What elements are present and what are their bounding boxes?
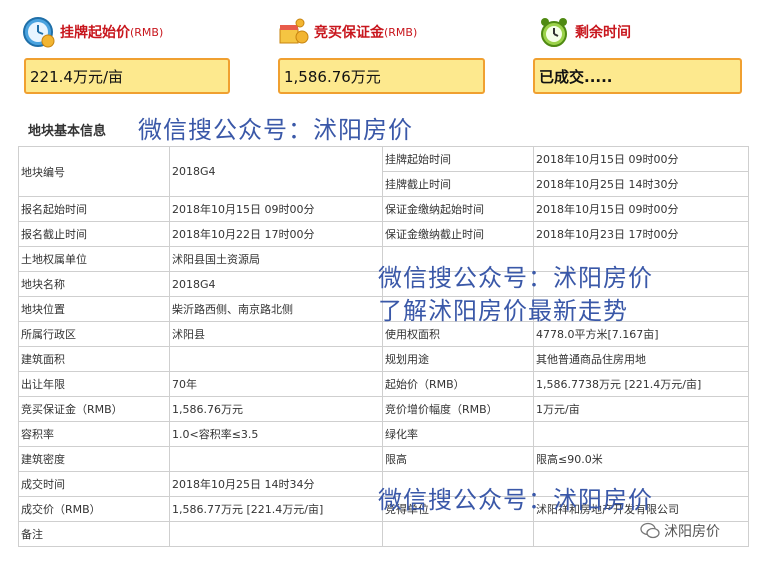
- table-cell-label: 保证金缴纳截止时间: [382, 221, 534, 247]
- table-cell-label: 规划用途: [382, 346, 534, 372]
- header-bar: 挂牌起始价 (RMB) 竞买保证金 (RMB) 剩余时间 221.4万元/亩 1,5…: [0, 0, 759, 110]
- table-cell-label: 保证金缴纳起始时间: [382, 196, 534, 222]
- table-cell-value: 2018年10月15日 09时00分: [533, 146, 749, 172]
- watermark-1: 微信搜公众号：沭阳房价: [138, 116, 413, 144]
- brand-text: 沭阳房价: [664, 524, 720, 540]
- table-cell-value: [169, 521, 383, 547]
- table-cell-value: 2018年10月25日 14时34分: [169, 471, 383, 497]
- table-cell-value: 1,586.77万元 [221.4万元/亩]: [169, 496, 383, 522]
- table-cell-value: [169, 346, 383, 372]
- table-cell-label: 报名起始时间: [18, 196, 170, 222]
- table-row: 建筑密度 限高 限高≤90.0米: [18, 446, 749, 472]
- table-cell-label: 报名截止时间: [18, 221, 170, 247]
- table-cell-label: 所属行政区: [18, 321, 170, 347]
- section-title: 地块基本信息: [28, 124, 107, 139]
- table-cell-label: 地块编号: [18, 146, 170, 197]
- table-row: 备注: [18, 521, 749, 547]
- table-cell-value: 沭阳县: [169, 321, 383, 347]
- gift-coins-icon: [279, 18, 309, 44]
- table-cell-label: 建筑面积: [18, 346, 170, 372]
- deposit-value: 1,586.76万元: [278, 58, 485, 94]
- table-cell-value: 2018年10月23日 17时00分: [533, 221, 749, 247]
- table-cell-value: [169, 446, 383, 472]
- start-price-unit: (RMB): [130, 25, 164, 39]
- table-cell-label: 土地权属单位: [18, 246, 170, 272]
- table-cell-label: 竞价增价幅度（RMB）: [382, 396, 534, 422]
- header-remaining: 剩余时间: [537, 14, 631, 50]
- remaining-value: 已成交.....: [533, 58, 742, 94]
- table-row: 地块编号 2018G4 挂牌起始时间 2018年10月15日 09时00分: [18, 146, 749, 197]
- table-row: 容积率 1.0<容积率≤3.5 绿化率: [18, 421, 749, 447]
- table-cell-value: [533, 421, 749, 447]
- table-cell-value: 1万元/亩: [533, 396, 749, 422]
- table-cell-label: 建筑密度: [18, 446, 170, 472]
- table-cell-value: 1.0<容积率≤3.5: [169, 421, 383, 447]
- watermark-4: 微信搜公众号：沭阳房价: [378, 486, 653, 514]
- table-cell-value: 2018年10月15日 09时00分: [169, 196, 383, 222]
- watermark-2: 微信搜公众号：沭阳房价: [378, 264, 653, 292]
- table-cell-value: 限高≤90.0米: [533, 446, 749, 472]
- table-cell-label: 地块位置: [18, 296, 170, 322]
- table-cell-value: 1,586.7738万元 [221.4万元/亩]: [533, 371, 749, 397]
- deposit-unit: (RMB): [384, 25, 418, 39]
- header-start-price: 挂牌起始价 (RMB): [22, 14, 163, 50]
- table-cell-value: 2018年10月22日 17时00分: [169, 221, 383, 247]
- table-cell-value: 其他普通商品住房用地: [533, 346, 749, 372]
- start-price-value: 221.4万元/亩: [24, 58, 230, 94]
- deposit-label: 竞买保证金: [314, 25, 384, 41]
- table-cell-label: 成交价（RMB）: [18, 496, 170, 522]
- table-row: 竞买保证金（RMB） 1,586.76万元 竞价增价幅度（RMB） 1万元/亩: [18, 396, 749, 422]
- table-cell-label: 挂牌起始时间: [382, 146, 534, 172]
- brand-watermark: 沭阳房价: [640, 521, 720, 541]
- table-cell-label: 备注: [18, 521, 170, 547]
- table-cell-value: 2018G4: [169, 146, 383, 197]
- remaining-label: 剩余时间: [575, 25, 631, 41]
- table-cell-value: 70年: [169, 371, 383, 397]
- wechat-icon: [640, 522, 660, 539]
- table-cell-value: 1,586.76万元: [169, 396, 383, 422]
- table-cell-label: 出让年限: [18, 371, 170, 397]
- table-cell-value: 2018G4: [169, 271, 383, 297]
- header-deposit: 竞买保证金 (RMB): [276, 14, 417, 50]
- table-cell-label: 竞买保证金（RMB）: [18, 396, 170, 422]
- table-cell-value: 2018年10月25日 14时30分: [533, 171, 749, 197]
- table-cell-value: 柴沂路西侧、南京路北侧: [169, 296, 383, 322]
- table-cell-value: 沭阳县国土资源局: [169, 246, 383, 272]
- table-cell-label: 限高: [382, 446, 534, 472]
- table-cell-label: [382, 521, 534, 547]
- table-cell-label: 地块名称: [18, 271, 170, 297]
- table-cell-label: 成交时间: [18, 471, 170, 497]
- table-cell-label: 挂牌截止时间: [382, 171, 534, 197]
- table-cell-label: 容积率: [18, 421, 170, 447]
- table-row: 报名起始时间 2018年10月15日 09时00分 保证金缴纳起始时间 2018年10…: [18, 196, 749, 222]
- table-cell-label: 起始价（RMB）: [382, 371, 534, 397]
- alarm-clock-icon: [541, 18, 567, 47]
- table-row: 报名截止时间 2018年10月22日 17时00分 保证金缴纳截止时间 2018年10…: [18, 221, 749, 247]
- table-row: 出让年限 70年 起始价（RMB） 1,586.7738万元 [221.4万元/亩]: [18, 371, 749, 397]
- start-price-label: 挂牌起始价: [60, 25, 130, 41]
- clock-money-icon: [23, 17, 55, 48]
- watermark-3: 了解沭阳房价最新走势: [378, 297, 628, 325]
- table-row: 建筑面积 规划用途 其他普通商品住房用地: [18, 346, 749, 372]
- table-cell-label: 绿化率: [382, 421, 534, 447]
- table-cell-value: 2018年10月15日 09时00分: [533, 196, 749, 222]
